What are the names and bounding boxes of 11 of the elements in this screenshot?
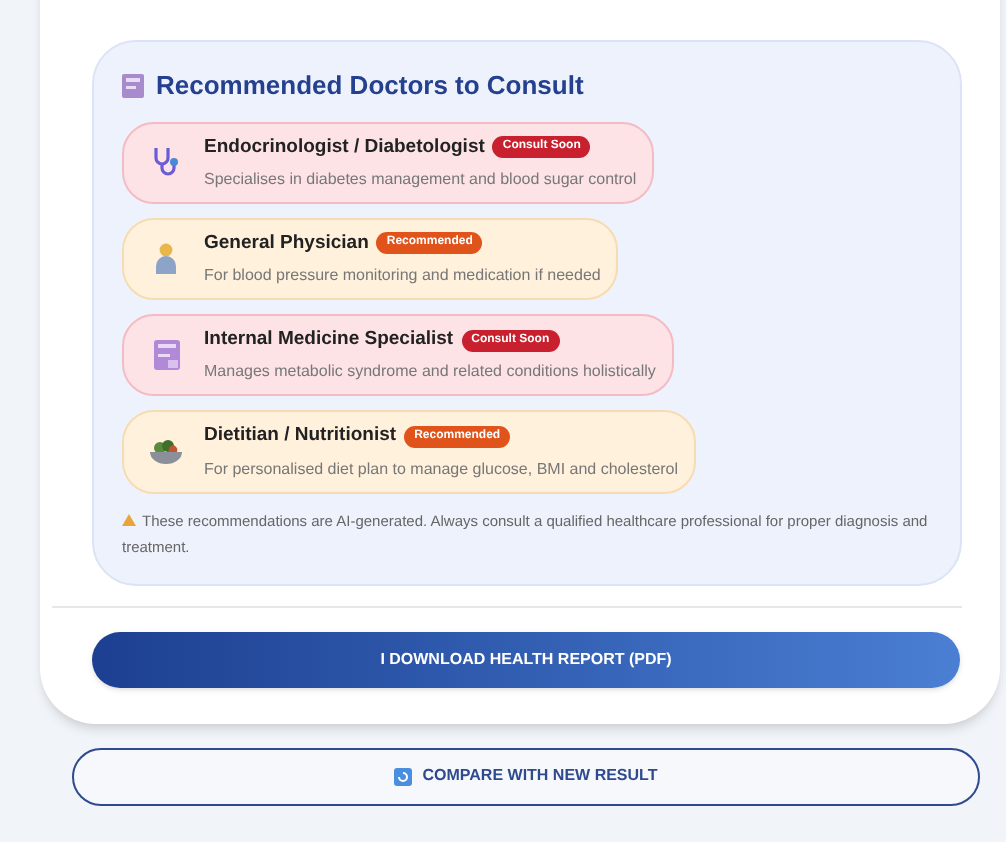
doctor-description: Specialises in diabetes management and blood sugar control xyxy=(204,167,637,192)
doctor-name: General Physician xyxy=(204,229,369,258)
doctor-name: Dietitian / Nutritionist xyxy=(204,422,397,451)
doctor-description: For blood pressure monitoring and medication if needed xyxy=(204,264,601,288)
doctor-name: Internal Medicine Specialist xyxy=(204,326,454,354)
compare-button[interactable]: COMPARE WITH NEW RESULT xyxy=(72,747,980,805)
section-title: Recommended Doctors to Consult xyxy=(156,68,584,104)
download-button[interactable]: I DOWNLOAD HEALTH REPORT (PDF) xyxy=(92,631,960,687)
doctor-description: For personalised diet plan to manage glucose, BMI and cholesterol xyxy=(204,457,679,481)
doctor-name: Endocrinologist / Diabetologist xyxy=(204,133,485,161)
doctor-description: Manages metabolic syndrome and related conditions holistically xyxy=(204,360,656,385)
